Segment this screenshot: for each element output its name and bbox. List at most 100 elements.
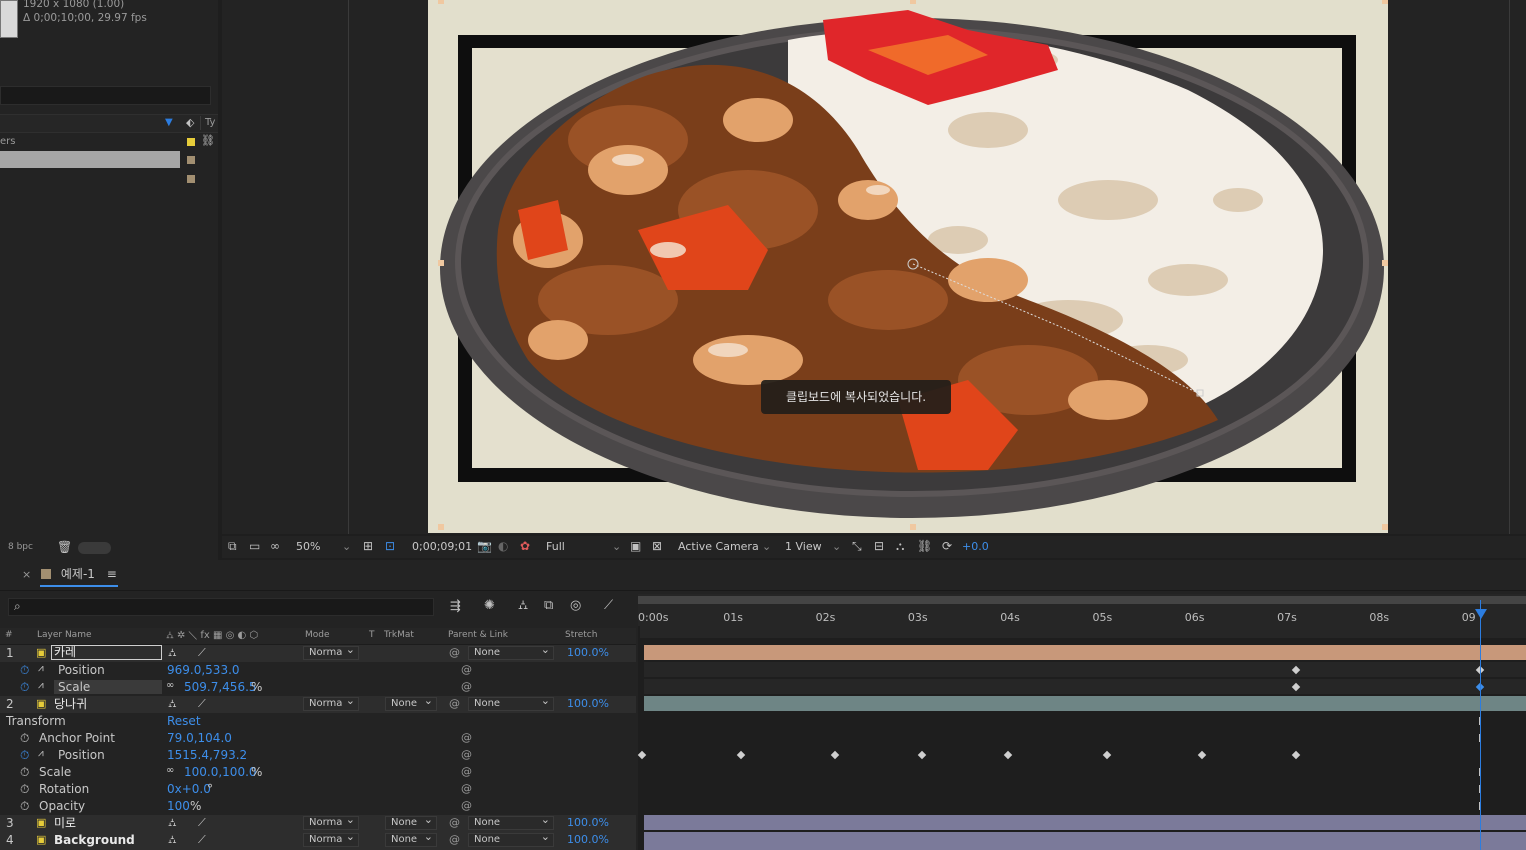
chevron-down-icon[interactable]: ⌄ <box>612 540 621 553</box>
property-value[interactable]: 969.0,533.0 <box>167 663 240 677</box>
trash-icon[interactable]: 🗑 <box>57 540 72 554</box>
timeline-search-input[interactable]: ⌕ <box>8 598 434 616</box>
property-value[interactable]: 100.0,100.0 <box>184 765 257 779</box>
shy-switch-icon[interactable]: ⛼ <box>168 816 177 831</box>
stopwatch-icon[interactable]: ⏱ <box>20 731 29 746</box>
expression-pick-whip-icon[interactable]: @ <box>461 731 472 744</box>
show-snapshot-icon[interactable]: ◐ <box>498 540 510 552</box>
layer-name-field[interactable]: 카레 <box>51 645 162 660</box>
layer-row-1[interactable]: 1 ▣ 카레 ⛼ ⟋ Norma @ None 100.0% <box>0 644 636 662</box>
label-color-swatch[interactable] <box>187 138 195 146</box>
channel-rgb-icon[interactable]: ✿ <box>520 540 532 552</box>
shy-icon[interactable]: ⛼ <box>518 598 528 615</box>
pick-whip-icon[interactable]: @ <box>449 646 460 659</box>
property-value[interactable]: 0x+0.0 <box>167 782 211 796</box>
stopwatch-icon[interactable]: ⏱ <box>20 680 29 695</box>
parent-dropdown[interactable]: None <box>468 814 554 830</box>
exposure-value[interactable]: +0.0 <box>962 540 989 553</box>
bpc-toggle[interactable]: 8 bpc <box>8 542 33 552</box>
zoom-dropdown[interactable]: 50% <box>296 540 320 553</box>
quality-switch-icon[interactable]: ⟋ <box>198 816 206 830</box>
thumbnail-slider[interactable] <box>78 542 111 554</box>
views-dropdown[interactable]: 1 View <box>785 540 822 553</box>
property-value[interactable]: 100 <box>167 799 190 813</box>
layer-name[interactable]: 미로 <box>54 814 76 831</box>
mode-dropdown[interactable]: Norma <box>303 644 359 660</box>
link-icon[interactable]: ∞ <box>166 765 174 776</box>
expression-pick-whip-icon[interactable]: @ <box>461 782 472 795</box>
toggle-mask-icon[interactable]: ⊠ <box>652 540 664 552</box>
layer-4-duration-bar[interactable] <box>644 832 1526 850</box>
motion-blur-icon[interactable]: ◎ <box>570 598 581 613</box>
project-search-input[interactable] <box>0 86 211 105</box>
mode-dropdown[interactable]: Norma <box>303 695 359 711</box>
vr-glasses-icon[interactable]: ∞ <box>270 540 282 552</box>
chevron-down-icon[interactable]: ⌄ <box>342 540 351 553</box>
quality-switch-icon[interactable]: ⟋ <box>198 833 206 847</box>
mode-dropdown[interactable]: Norma <box>303 814 359 830</box>
stretch-value[interactable]: 100.0% <box>567 833 609 846</box>
always-preview-icon[interactable]: ⧉ <box>228 540 240 552</box>
expression-pick-whip-icon[interactable]: @ <box>461 748 472 761</box>
reset-link[interactable]: Reset <box>167 714 201 728</box>
property-value[interactable]: 79.0,104.0 <box>167 731 232 745</box>
shy-switch-icon[interactable]: ⛼ <box>168 697 177 712</box>
sort-arrow-icon[interactable]: ▼ <box>165 117 173 128</box>
parent-dropdown[interactable]: None <box>468 831 554 847</box>
layer-name[interactable]: 당나귀 <box>54 695 87 712</box>
layer-2-duration-bar[interactable] <box>644 696 1526 711</box>
playhead-line[interactable] <box>1480 600 1481 850</box>
stretch-value[interactable]: 100.0% <box>567 646 609 659</box>
expression-pick-whip-icon[interactable]: @ <box>461 765 472 778</box>
layer-row-2[interactable]: 2 ▣ 당나귀 ⛼ ⟋ Norma None @ None 100.0% <box>0 695 636 713</box>
property-value[interactable]: 509.7,456.5 <box>184 680 257 694</box>
stretch-value[interactable]: 100.0% <box>567 697 609 710</box>
quality-switch-icon[interactable]: ⟋ <box>198 697 206 711</box>
current-time-display[interactable]: 0;00;09;01 <box>412 540 472 553</box>
transparency-grid-icon[interactable]: ⊡ <box>385 540 397 552</box>
label-tag-icon[interactable]: ⬖ <box>186 116 194 129</box>
label-color-swatch[interactable] <box>187 175 195 183</box>
quality-switch-icon[interactable]: ⟋ <box>198 646 206 660</box>
expression-pick-whip-icon[interactable]: @ <box>461 663 472 676</box>
comp-flowchart-icon[interactable]: ⛬ <box>896 540 908 552</box>
draft-3d-icon[interactable]: ✺ <box>484 598 495 613</box>
shy-switch-icon[interactable]: ⛼ <box>168 833 177 848</box>
stopwatch-icon[interactable]: ⏱ <box>20 765 29 780</box>
hierarchy-icon[interactable]: ⛓ <box>201 134 215 147</box>
stopwatch-icon[interactable]: ⏱ <box>20 663 29 678</box>
trkmat-dropdown[interactable]: None <box>385 814 437 830</box>
monitor-icon[interactable]: ▭ <box>249 540 261 552</box>
label-color-swatch[interactable] <box>187 156 195 164</box>
property-value[interactable]: 1515.4,793.2 <box>167 748 247 762</box>
layer-row-4[interactable]: 4 ▣ Background ⛼ ⟋ Norma None @ None 100… <box>0 831 636 850</box>
stopwatch-icon[interactable]: ⏱ <box>20 782 29 797</box>
playhead-handle[interactable] <box>1475 609 1487 619</box>
region-of-interest-icon[interactable]: ⊞ <box>363 540 375 552</box>
chevron-down-icon[interactable]: ⌄ <box>762 540 771 553</box>
fast-preview-icon[interactable]: ▣ <box>630 540 642 552</box>
close-icon[interactable]: × <box>22 568 31 581</box>
trkmat-dropdown[interactable]: None <box>385 831 437 847</box>
timeline-icon[interactable]: ⊟ <box>874 540 886 552</box>
exposure-icon[interactable]: ⟳ <box>942 540 954 552</box>
stretch-value[interactable]: 100.0% <box>567 816 609 829</box>
pick-whip-icon[interactable]: @ <box>449 816 460 829</box>
stopwatch-icon[interactable]: ⏱ <box>20 799 29 814</box>
camera-dropdown[interactable]: Active Camera <box>678 540 759 553</box>
flowchart-icon[interactable]: ⛓ <box>917 540 932 552</box>
reset-exposure-icon[interactable]: ⤡ <box>852 540 864 552</box>
shy-switch-icon[interactable]: ⛼ <box>168 646 177 661</box>
comp-frame[interactable] <box>428 0 1388 533</box>
layer-3-duration-bar[interactable] <box>644 815 1526 830</box>
project-selected-row[interactable] <box>0 151 180 168</box>
trkmat-dropdown[interactable]: None <box>385 695 437 711</box>
expression-pick-whip-icon[interactable]: @ <box>461 799 472 812</box>
current-time-search-icon[interactable]: ⇶ <box>450 599 461 614</box>
graph-editor-icon[interactable]: ⟋ <box>604 598 613 613</box>
pick-whip-icon[interactable]: @ <box>449 833 460 846</box>
parent-dropdown[interactable]: None <box>468 695 554 711</box>
pick-whip-icon[interactable]: @ <box>449 697 460 710</box>
frame-blending-icon[interactable]: ⧉ <box>544 598 553 613</box>
work-area-bar[interactable] <box>638 596 1526 604</box>
